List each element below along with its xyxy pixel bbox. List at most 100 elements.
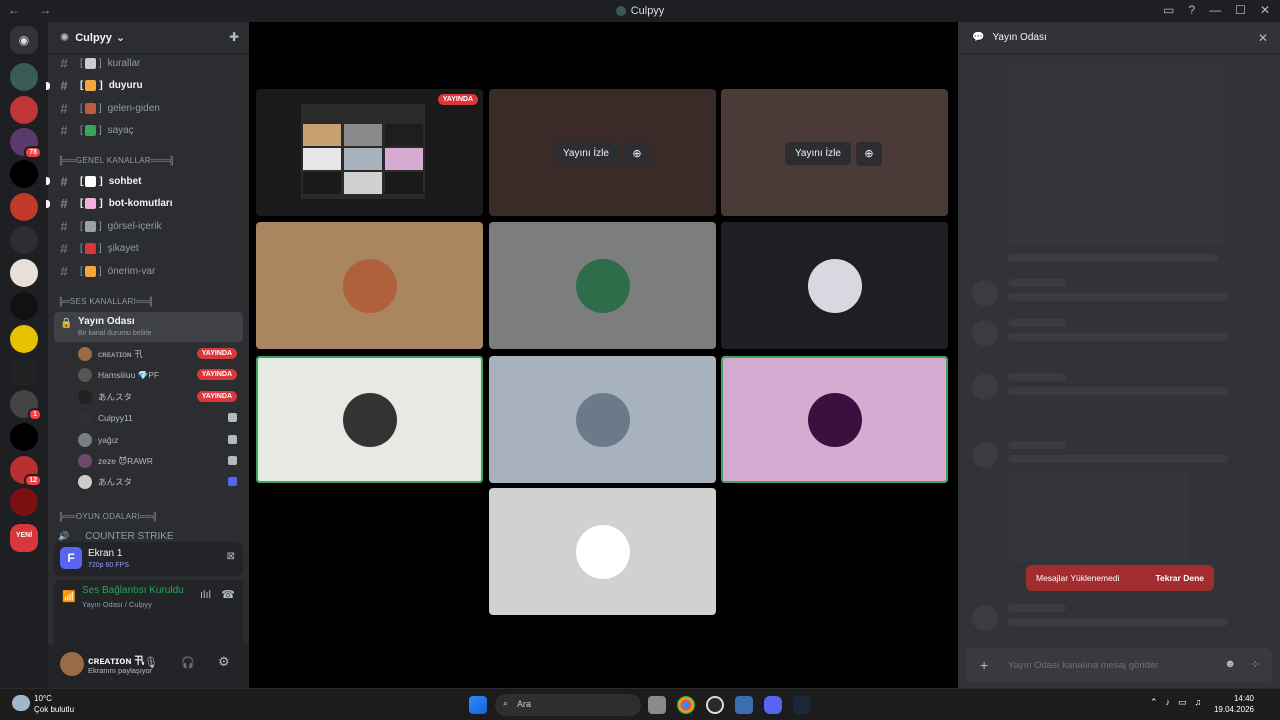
app-icon[interactable] xyxy=(735,696,753,714)
settings-gear-icon[interactable]: ⚙ xyxy=(218,654,230,670)
watch-stream-button[interactable]: Yayını İzle xyxy=(553,142,619,165)
minimize-button[interactable]: — xyxy=(1209,3,1221,17)
task-view-icon[interactable] xyxy=(648,696,666,714)
chat-bubble-icon: 💬 xyxy=(972,32,985,43)
retry-button[interactable]: Tekrar Dene xyxy=(1155,573,1204,583)
close-chat-button[interactable]: ✕ xyxy=(1258,31,1268,45)
voice-user[interactable]: あんスタ xyxy=(78,473,243,491)
voice-channel-name: Yayın Odası xyxy=(78,316,135,327)
participant-tile[interactable] xyxy=(489,488,716,615)
bracket-decoration: ] xyxy=(99,198,103,210)
invite-icon[interactable]: ✚ xyxy=(229,30,239,44)
channel-item[interactable]: # [] sayaç xyxy=(54,121,244,141)
stream-tile[interactable]: Yayını İzle ⊕ xyxy=(489,89,716,216)
stream-tile[interactable]: YAYINDA xyxy=(256,89,483,216)
server-icon[interactable] xyxy=(10,96,38,124)
user-name[interactable]: ᴄʀᴇᴀᴛɪᴏɴ 卂 xyxy=(88,652,144,667)
user-avatar[interactable] xyxy=(60,652,84,676)
microphone-icon[interactable]: 🎙 xyxy=(144,656,158,669)
help-icon[interactable]: ? xyxy=(1188,3,1195,17)
channel-item[interactable]: # [] kurallar xyxy=(54,53,244,73)
weather-temp[interactable]: 10°C xyxy=(34,694,52,703)
signal-icon[interactable]: 📶 xyxy=(62,590,76,603)
voice-channel-yayin-odasi[interactable]: 🔒 Yayın Odası Bir kanal durumu belirle xyxy=(54,312,243,342)
server-icon[interactable] xyxy=(10,325,38,353)
popout-icon[interactable]: ⊕ xyxy=(856,142,882,166)
participant-tile[interactable] xyxy=(721,356,948,483)
server-icon[interactable]: 1 xyxy=(10,390,42,421)
server-icon[interactable] xyxy=(10,226,38,254)
watch-stream-button[interactable]: Yayını İzle xyxy=(785,142,851,165)
voice-status-title[interactable]: Ses Bağlantısı Kuruldu xyxy=(82,585,184,596)
load-error-banner: Mesajlar Yüklenemedi Tekrar Dene xyxy=(1026,565,1214,591)
category-general[interactable]: ╠══GENEL KANALLAR═══╣ xyxy=(58,156,175,165)
server-icon[interactable] xyxy=(10,193,38,221)
discord-home-icon[interactable]: ◉ xyxy=(10,26,38,54)
voice-user[interactable]: Culpyy11 xyxy=(78,409,243,427)
voice-channel-status[interactable]: Bir kanal durumu belirle xyxy=(78,330,152,337)
channel-item[interactable]: # [] duyuru xyxy=(46,76,244,96)
server-icon[interactable] xyxy=(10,292,38,320)
voice-user[interactable]: yağız xyxy=(78,431,243,449)
participant-tile[interactable] xyxy=(489,222,716,349)
server-icon[interactable]: YENİ xyxy=(10,524,38,552)
server-header[interactable]: ✺ Culpyy ⌄ ✚ xyxy=(48,22,249,54)
server-icon[interactable] xyxy=(10,63,38,91)
server-icon[interactable]: 12 xyxy=(10,456,42,487)
participant-tile[interactable] xyxy=(256,356,483,483)
weather-icon[interactable] xyxy=(12,695,30,711)
clock-time[interactable]: 14:40 xyxy=(1234,694,1254,703)
headphones-icon[interactable]: 🎧 xyxy=(181,656,195,669)
voice-user[interactable]: あんスタ YAYINDA xyxy=(78,388,243,406)
noise-suppression-icon[interactable]: ılıl xyxy=(200,589,211,601)
taskbar-search[interactable]: ⌕ Ara xyxy=(495,694,641,716)
participant-tile[interactable] xyxy=(489,356,716,483)
discord-taskbar-icon[interactable] xyxy=(764,696,782,714)
server-icon[interactable]: 78 xyxy=(10,128,42,159)
voice-user[interactable]: zeze 😈RAWR xyxy=(78,452,243,470)
weather-text[interactable]: Çok bulutlu xyxy=(34,705,74,714)
add-attachment-icon[interactable]: + xyxy=(980,657,988,673)
channel-item[interactable]: # [] görsel-içerik xyxy=(54,216,244,236)
server-icon[interactable] xyxy=(10,423,38,451)
emoji-icon[interactable]: ☻ xyxy=(1224,658,1236,670)
channel-item[interactable]: # [] bot-komutları xyxy=(46,194,244,214)
github-icon[interactable] xyxy=(706,696,724,714)
live-badge: YAYINDA xyxy=(437,94,478,105)
user-avatar xyxy=(78,347,92,361)
message-composer[interactable]: + Yayın Odası kanalına mesaj gönder ☻ ⁘ xyxy=(966,648,1272,682)
server-icon[interactable] xyxy=(10,488,38,516)
voice-status-subtitle[interactable]: Yayın Odası / Culpyy xyxy=(82,600,152,609)
inbox-icon[interactable]: ▭ xyxy=(1163,3,1174,17)
system-tray-icons[interactable]: ⌃♪▭♫ xyxy=(1150,697,1209,708)
stop-share-icon[interactable]: ⊠ xyxy=(227,551,235,562)
stream-tile[interactable]: Yayını İzle ⊕ xyxy=(721,89,948,216)
message-input-placeholder[interactable]: Yayın Odası kanalına mesaj gönder xyxy=(1008,660,1158,671)
channel-item[interactable]: # [] gelen-giden xyxy=(54,98,244,118)
participant-tile[interactable] xyxy=(256,222,483,349)
activity-icon xyxy=(228,456,237,465)
category-voice[interactable]: ╠═SES KANALLARI══╣ xyxy=(58,297,154,306)
windows-start-icon[interactable] xyxy=(469,696,487,714)
server-icon[interactable] xyxy=(10,358,38,386)
channel-item[interactable]: # [] önerim-var xyxy=(54,261,244,281)
server-icon[interactable] xyxy=(10,160,38,188)
voice-user-name: ᴄʀᴇᴀᴛɪᴏɴ 卂 xyxy=(98,349,143,359)
channel-label: şikayet xyxy=(107,243,139,255)
voice-user[interactable]: Hamsiiiuu 💎PF YAYINDA xyxy=(78,366,243,384)
channel-item[interactable]: # [] sohbet xyxy=(46,171,244,191)
voice-user[interactable]: ᴄʀᴇᴀᴛɪᴏɴ 卂 YAYINDA xyxy=(78,345,243,363)
participant-tile[interactable] xyxy=(721,222,948,349)
close-window-button[interactable]: ✕ xyxy=(1260,3,1270,17)
clock-date[interactable]: 19.04.2026 xyxy=(1214,705,1254,714)
nav-arrows[interactable]: ← → xyxy=(8,3,59,17)
channel-item[interactable]: # [] şikayet xyxy=(54,239,244,259)
popout-icon[interactable]: ⊕ xyxy=(624,142,650,166)
chrome-icon[interactable] xyxy=(677,696,695,714)
maximize-button[interactable]: ☐ xyxy=(1235,3,1246,17)
steam-icon[interactable] xyxy=(793,696,811,714)
category-game[interactable]: ╠══OYUN ODALARI══╣ xyxy=(58,512,158,521)
apps-icon[interactable]: ⁘ xyxy=(1251,658,1260,671)
server-icon[interactable] xyxy=(10,259,38,287)
disconnect-icon[interactable]: ☎ xyxy=(221,588,235,601)
